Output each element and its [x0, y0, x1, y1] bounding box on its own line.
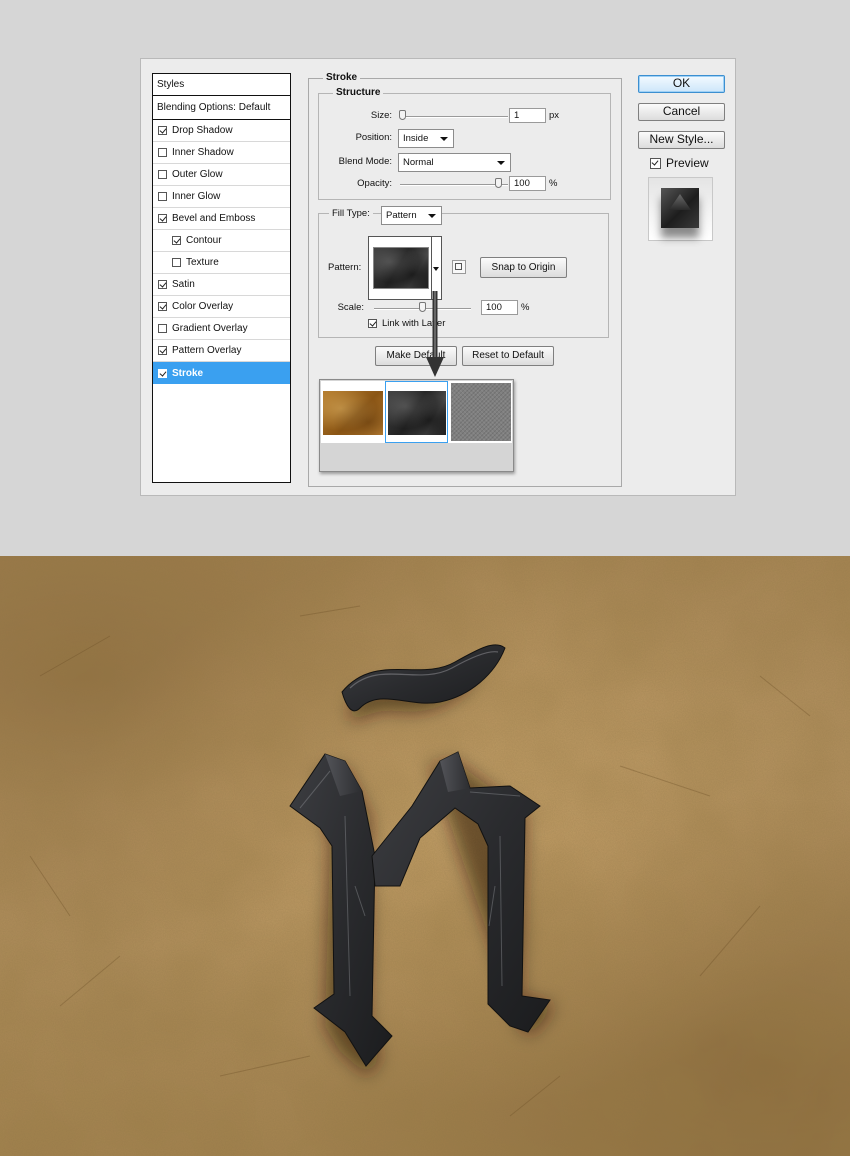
fill-type-label: Fill Type: — [329, 208, 373, 219]
preview-check[interactable] — [650, 157, 661, 169]
style-item-checkbox[interactable] — [158, 126, 167, 135]
pattern-label: Pattern: — [328, 262, 362, 273]
size-label: Size: — [370, 110, 392, 121]
style-item-checkbox[interactable] — [158, 302, 167, 311]
structure-title: Structure — [333, 87, 384, 98]
pattern-preview — [373, 247, 429, 289]
new-preset-icon[interactable] — [452, 260, 466, 274]
stroke-title: Stroke — [323, 72, 361, 83]
parchment-background — [0, 556, 850, 1156]
position-select-value: Inside — [403, 133, 429, 144]
artwork-canvas — [0, 556, 850, 1156]
scale-label: Scale: — [337, 302, 364, 313]
blend-mode-select[interactable]: Normal — [398, 153, 511, 172]
style-item-drop-shadow[interactable]: Drop Shadow — [153, 120, 290, 142]
blend-mode-label: Blend Mode: — [338, 156, 392, 167]
style-item-label: Drop Shadow — [172, 125, 233, 136]
style-item-gradient-overlay[interactable]: Gradient Overlay — [153, 318, 290, 340]
link-with-layer-check[interactable] — [368, 319, 377, 328]
style-item-outer-glow[interactable]: Outer Glow — [153, 164, 290, 186]
structure-group: Structure Size: 1 px Position: Inside Bl… — [318, 87, 611, 200]
style-item-checkbox[interactable] — [158, 346, 167, 355]
style-item-color-overlay[interactable]: Color Overlay — [153, 296, 290, 318]
style-item-label: Satin — [172, 279, 195, 290]
style-item-checkbox[interactable] — [158, 368, 167, 378]
style-item-checkbox[interactable] — [158, 214, 167, 223]
cancel-button[interactable]: Cancel — [638, 103, 725, 121]
style-item-label: Outer Glow — [172, 169, 223, 180]
ok-button[interactable]: OK — [638, 75, 725, 93]
style-item-label: Color Overlay — [172, 301, 234, 312]
pattern-swatch-noise[interactable] — [451, 383, 511, 441]
preview-swatch — [661, 188, 699, 228]
style-item-label: Contour — [186, 235, 222, 246]
size-slider-track[interactable] — [400, 116, 508, 118]
chevron-down-icon — [428, 214, 436, 218]
opacity-unit: % — [549, 178, 558, 189]
style-item-inner-shadow[interactable]: Inner Shadow — [153, 142, 290, 164]
preview-bevel — [669, 194, 691, 210]
scale-unit: % — [521, 302, 530, 313]
chevron-down-icon[interactable] — [433, 267, 439, 271]
style-item-checkbox[interactable] — [158, 148, 167, 157]
chevron-down-icon — [440, 137, 448, 141]
fill-type-group: Fill Type: Pattern Pattern: Snap to Orig… — [318, 206, 609, 338]
position-select[interactable]: Inside — [398, 129, 454, 148]
style-item-texture[interactable]: Texture — [153, 252, 290, 274]
style-item-pattern-overlay[interactable]: Pattern Overlay — [153, 340, 290, 362]
style-item-checkbox[interactable] — [172, 236, 181, 245]
preview-checkbox[interactable]: Preview — [650, 156, 709, 170]
style-item-checkbox[interactable] — [172, 258, 181, 267]
snap-to-origin-button[interactable]: Snap to Origin — [480, 257, 567, 278]
style-item-checkbox[interactable] — [158, 324, 167, 333]
blend-mode-value: Normal — [403, 157, 434, 168]
pattern-swatch-dark — [388, 391, 446, 435]
new-preset-icon-glyph — [455, 263, 462, 270]
chevron-down-icon — [497, 161, 505, 165]
style-preview-thumbnail — [648, 177, 713, 241]
style-item-inner-glow[interactable]: Inner Glow — [153, 186, 290, 208]
style-item-label: Inner Shadow — [172, 147, 234, 158]
new-style-button[interactable]: New Style... — [638, 131, 725, 149]
style-item-label: Gradient Overlay — [172, 323, 248, 334]
style-item-label: Texture — [186, 257, 219, 268]
style-item-label: Inner Glow — [172, 191, 221, 202]
pattern-picker-divider — [431, 237, 432, 299]
styles-list: Styles Blending Options: Default Drop Sh… — [152, 73, 291, 483]
pattern-picker-popup — [319, 379, 514, 472]
style-item-bevel-and-emboss[interactable]: Bevel and Emboss — [153, 208, 290, 230]
opacity-label: Opacity: — [357, 178, 392, 189]
style-item-contour[interactable]: Contour — [153, 230, 290, 252]
style-item-checkbox[interactable] — [158, 192, 167, 201]
style-item-label: Pattern Overlay — [172, 345, 242, 356]
styles-header[interactable]: Styles — [153, 74, 290, 96]
opacity-slider-thumb[interactable] — [495, 178, 502, 188]
size-slider-thumb[interactable] — [399, 110, 406, 120]
pattern-swatch-selected-frame[interactable] — [385, 381, 448, 443]
style-item-checkbox[interactable] — [158, 170, 167, 179]
style-item-stroke[interactable]: Stroke — [153, 362, 290, 384]
preview-label: Preview — [666, 156, 709, 170]
fill-type-select[interactable]: Pattern — [381, 206, 442, 225]
pattern-swatch-leather[interactable] — [323, 391, 383, 435]
annotation-arrow-icon — [426, 291, 444, 377]
style-item-satin[interactable]: Satin — [153, 274, 290, 296]
blending-options-item[interactable]: Blending Options: Default — [153, 96, 290, 120]
opacity-field[interactable]: 100 — [509, 176, 546, 191]
style-item-label: Bevel and Emboss — [172, 213, 256, 224]
style-item-label: Stroke — [172, 367, 204, 379]
size-unit: px — [549, 110, 560, 121]
layer-style-dialog: Styles Blending Options: Default Drop Sh… — [140, 58, 736, 496]
size-field[interactable]: 1 — [509, 108, 546, 123]
opacity-slider-track[interactable] — [400, 184, 508, 186]
pattern-grid — [321, 381, 512, 443]
reset-to-default-button[interactable]: Reset to Default — [462, 346, 554, 366]
scale-field[interactable]: 100 — [481, 300, 518, 315]
style-item-checkbox[interactable] — [158, 280, 167, 289]
fill-type-value: Pattern — [386, 210, 417, 221]
position-label: Position: — [355, 132, 392, 143]
